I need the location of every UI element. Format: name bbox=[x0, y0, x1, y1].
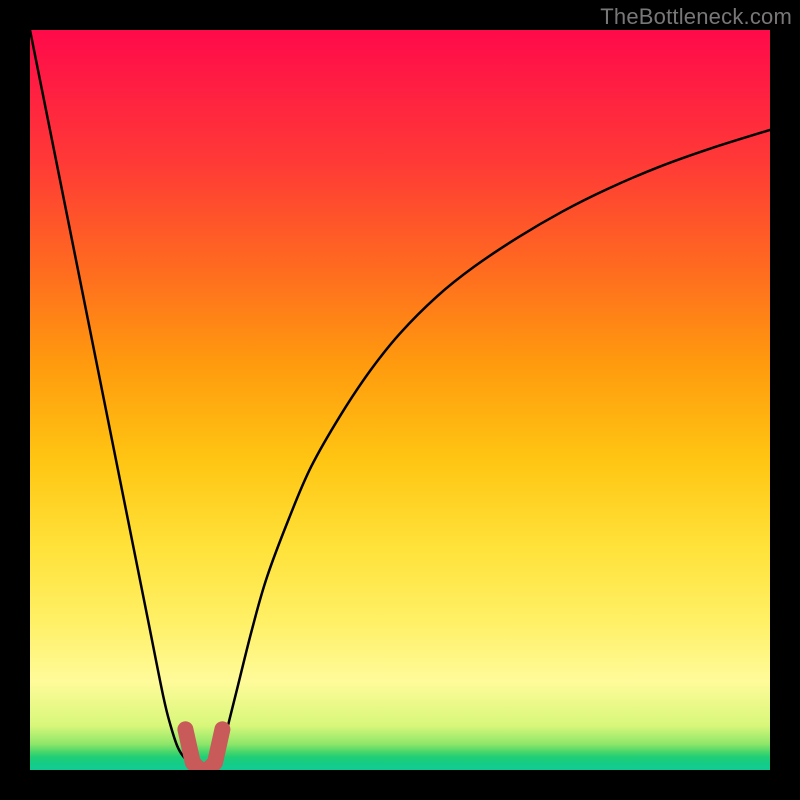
curve-right-branch bbox=[215, 130, 770, 770]
curve-left-branch bbox=[30, 30, 200, 770]
chart-frame: TheBottleneck.com bbox=[0, 0, 800, 800]
valley-marker bbox=[185, 729, 222, 770]
watermark-text: TheBottleneck.com bbox=[600, 4, 792, 30]
plot-area bbox=[30, 30, 770, 770]
curve-layer bbox=[30, 30, 770, 770]
